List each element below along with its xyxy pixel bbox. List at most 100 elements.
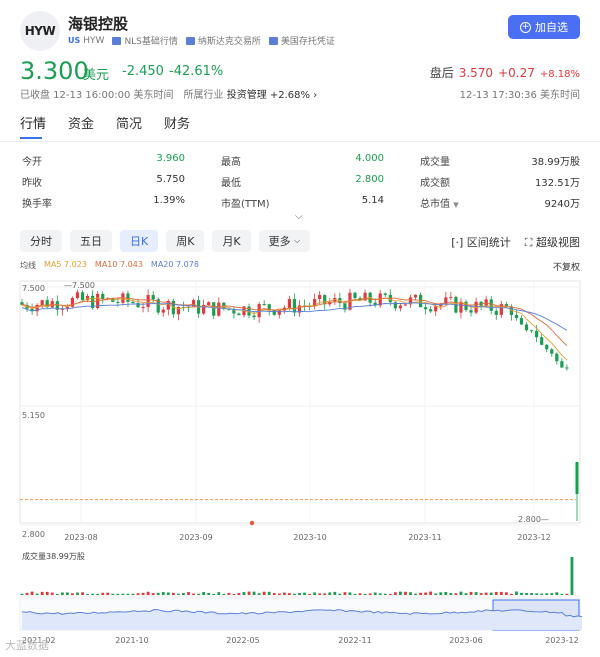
volume-bar <box>318 593 322 595</box>
x-tick-label: 2023-11 <box>408 533 441 542</box>
volume-bar <box>494 591 498 595</box>
volume-bar <box>202 592 206 595</box>
kline-chart[interactable]: 7.500 5.150 2.800 2023-08 2023-09 2023-10 2023… <box>0 0 600 657</box>
candle-body <box>176 306 181 315</box>
volume-bar <box>288 593 291 595</box>
candle-body <box>535 330 539 338</box>
volume-bar <box>479 593 483 595</box>
candle-body <box>318 294 322 299</box>
volume-bar <box>136 593 140 595</box>
candle-body <box>116 301 120 303</box>
chart-labels: 7.500 5.150 2.800 2023-08 2023-09 2023-10 2023… <box>22 281 579 645</box>
volume-bar <box>474 592 478 595</box>
x-tick-label: 2023-08 <box>64 533 97 542</box>
volume-bar <box>182 592 185 595</box>
volume-bar <box>282 592 286 595</box>
volume-bar <box>489 592 493 595</box>
candle-body <box>257 304 261 318</box>
volume-bar <box>55 593 59 595</box>
volume-bar <box>81 592 84 595</box>
candle-body <box>403 304 408 306</box>
volume-bar <box>217 592 221 595</box>
volume-bar <box>171 592 175 595</box>
volume-bar <box>20 593 24 595</box>
candle-body <box>550 349 554 354</box>
overview-x-label: 2023-12 <box>545 636 578 645</box>
volume-bar <box>242 592 246 595</box>
candle-body <box>212 302 216 316</box>
volume-bar <box>404 591 407 595</box>
volume-bar <box>393 592 397 595</box>
candle-body <box>353 292 357 299</box>
candle-body <box>469 310 473 313</box>
volume-bar <box>343 592 347 595</box>
volume-bar <box>520 592 523 595</box>
volume-bar <box>449 593 453 595</box>
volume-bar <box>298 593 301 595</box>
candle-body <box>524 324 529 331</box>
volume-bar <box>499 591 503 595</box>
volume-bar <box>237 592 241 595</box>
volume-bar <box>399 591 402 595</box>
volume-bar <box>373 592 377 595</box>
volume-bar <box>409 592 412 595</box>
candle-body <box>252 315 256 318</box>
volume-bar <box>197 593 200 595</box>
x-tick-label: 2023-10 <box>293 533 326 542</box>
volume-bar <box>192 593 195 595</box>
volume-bar <box>45 591 49 595</box>
volume-bar <box>131 593 135 595</box>
volume-bar <box>146 591 150 595</box>
volume-bar <box>414 593 417 595</box>
volume-bar <box>151 593 155 595</box>
candle-body <box>565 367 569 369</box>
volume-bar <box>267 591 271 595</box>
volume-bar <box>540 593 544 595</box>
candle-body <box>449 296 453 298</box>
volume-bar <box>187 592 190 595</box>
volume-bar <box>272 593 276 595</box>
candle-body <box>383 293 387 295</box>
volume-bar <box>35 593 39 595</box>
volume-bar <box>76 592 79 595</box>
volume-bar <box>388 593 392 595</box>
candle-body <box>75 292 80 299</box>
overview-chart <box>19 597 583 631</box>
volume-bar <box>378 593 382 595</box>
candle-body <box>424 307 428 310</box>
volume-bar <box>510 593 513 595</box>
volume-bar <box>550 593 554 595</box>
candle-body <box>429 309 433 312</box>
volume-bar <box>222 593 226 595</box>
volume-bar <box>227 592 231 595</box>
volume-bar <box>358 593 362 595</box>
volume-bar <box>207 593 211 595</box>
volume-bar <box>126 593 130 595</box>
x-tick-label: 2023-09 <box>179 533 212 542</box>
volume-bar <box>383 593 387 595</box>
candle-body <box>514 315 519 319</box>
volume-bar <box>464 593 468 595</box>
volume-bar <box>515 591 518 595</box>
candle-body <box>494 310 498 315</box>
volume-bar <box>308 593 311 595</box>
y-tick-label: 7.500 <box>22 284 45 293</box>
volume-bar <box>166 592 170 595</box>
volume-bar <box>368 593 372 595</box>
volume-bar <box>277 593 281 595</box>
volume-bar <box>525 593 528 595</box>
volume-bar <box>424 592 428 595</box>
overview-x-label: 2021-10 <box>115 636 148 645</box>
volume-bar <box>101 592 105 595</box>
candle-body <box>287 299 292 308</box>
volume-bar <box>247 591 251 595</box>
volume-bar <box>232 593 236 595</box>
candle-body <box>207 302 211 305</box>
candle-body <box>292 299 297 313</box>
watermark: 大蓝数据 <box>5 639 49 652</box>
volume-bar <box>106 592 110 595</box>
volume-bar <box>429 591 433 595</box>
candle-body <box>217 302 221 316</box>
y-tick-label: 2.800 <box>22 530 45 539</box>
volume-bar <box>40 591 44 595</box>
